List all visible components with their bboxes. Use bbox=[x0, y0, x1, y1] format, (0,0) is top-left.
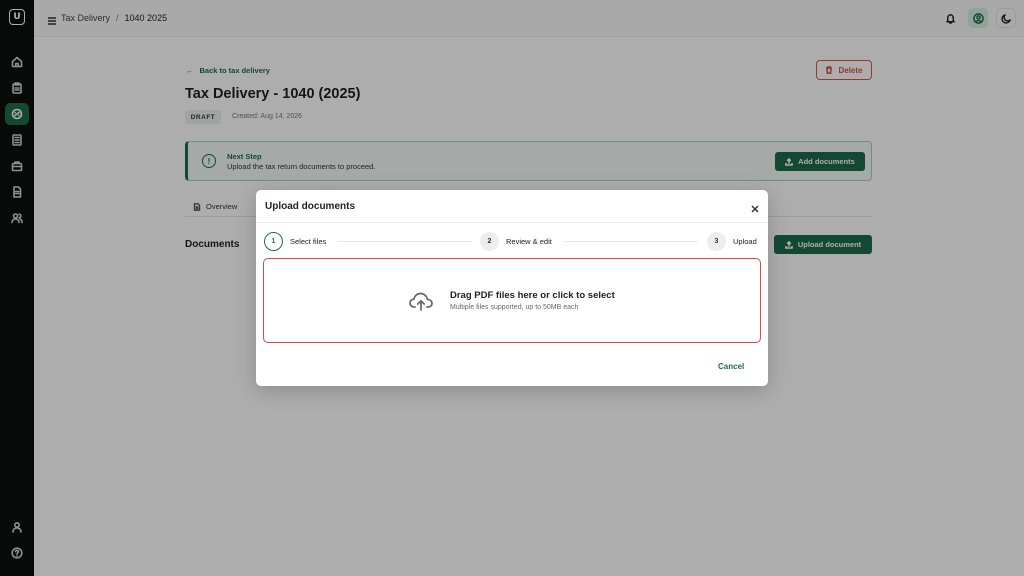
modal-title: Upload documents bbox=[265, 201, 356, 212]
step-2-label: Review & edit bbox=[506, 237, 552, 246]
step-connector bbox=[338, 241, 472, 242]
close-button[interactable] bbox=[750, 201, 760, 213]
step-connector bbox=[564, 241, 698, 242]
step-3-indicator: 3 bbox=[707, 232, 726, 251]
close-icon bbox=[751, 205, 759, 213]
step-1-indicator: 1 bbox=[264, 232, 283, 251]
step-2-indicator: 2 bbox=[480, 232, 499, 251]
cloud-upload-icon bbox=[408, 290, 434, 312]
dropzone-subtitle: Multiple files supported, up to 50MB eac… bbox=[450, 304, 579, 311]
step-3-label: Upload bbox=[733, 237, 757, 246]
modal-divider bbox=[256, 222, 768, 223]
dropzone-title: Drag PDF files here or click to select bbox=[450, 290, 615, 301]
step-1-label: Select files bbox=[290, 237, 327, 246]
cancel-button[interactable]: Cancel bbox=[718, 362, 744, 371]
file-dropzone[interactable]: Drag PDF files here or click to select M… bbox=[263, 258, 761, 343]
upload-documents-modal: Upload documents 1 Select files 2 Review… bbox=[256, 190, 768, 386]
